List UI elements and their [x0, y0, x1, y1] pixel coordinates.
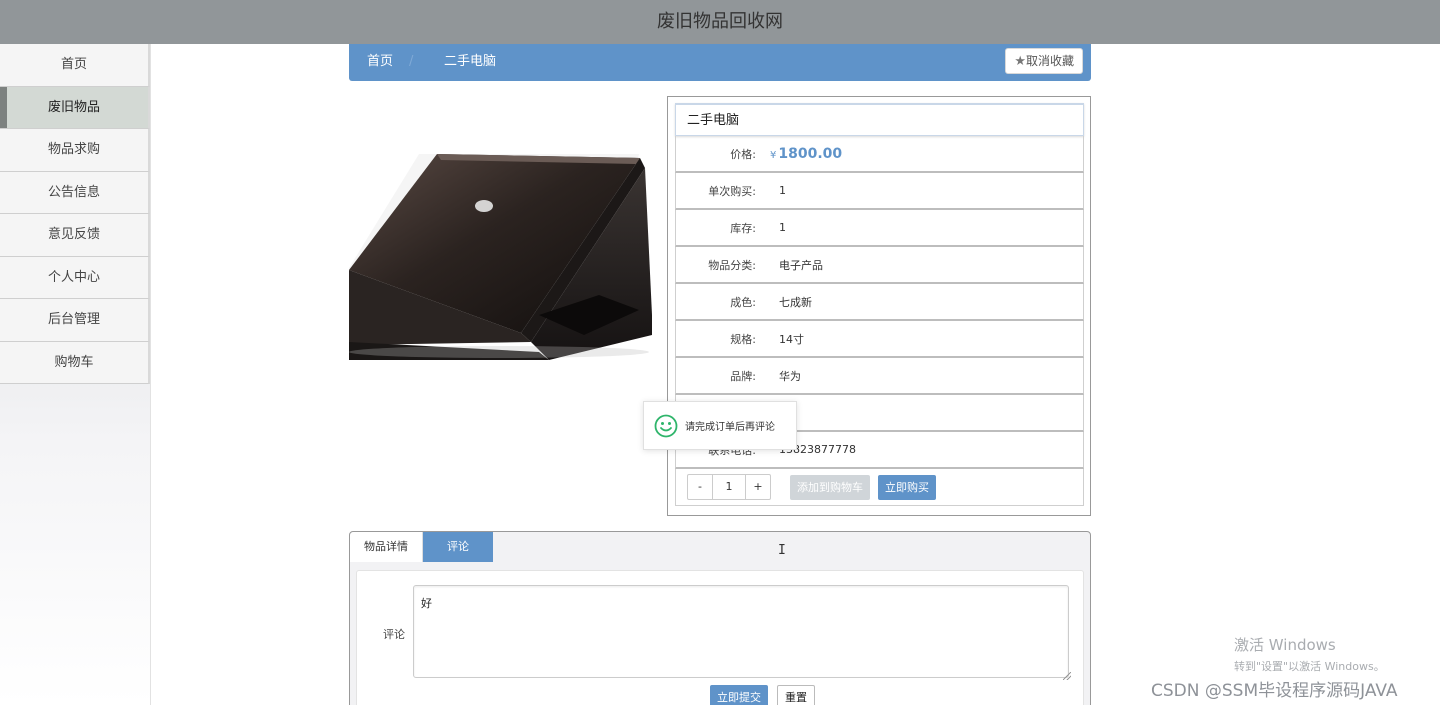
windows-activation-watermark: 激活 Windows 转到"设置"以激活 Windows。 [1234, 634, 1385, 674]
laptop-image [349, 120, 652, 365]
tab-product-details[interactable]: 物品详情 [350, 532, 423, 562]
comment-label: 评论 [383, 628, 405, 641]
price-row: 价格: ¥1800.00 [675, 136, 1084, 173]
price-label: 价格: [730, 147, 756, 161]
add-to-cart-button[interactable]: 添加到购物车 [790, 474, 870, 500]
sidebar-nav: 首页 废旧物品 物品求购 公告信息 意见反馈 个人中心 后台管理 购物车 [0, 44, 151, 705]
windows-watermark-line1: 激活 Windows [1234, 636, 1336, 654]
sidebar-item-cart[interactable]: 购物车 [0, 341, 150, 384]
field-label: 品牌: [730, 369, 756, 383]
comment-textarea[interactable]: 好 [413, 585, 1069, 678]
breadcrumb-separator: / [409, 54, 414, 69]
quantity-value[interactable]: 1 [712, 475, 746, 499]
breadcrumb-current: 二手电脑 [444, 54, 497, 69]
field-row: 规格: 14寸 [675, 321, 1084, 358]
quantity-increase-button[interactable]: + [746, 475, 770, 499]
field-value: 14寸 [779, 332, 804, 346]
price-value: ¥1800.00 [756, 146, 842, 162]
currency-symbol: ¥ [770, 149, 777, 161]
windows-watermark-line2: 转到"设置"以激活 Windows。 [1234, 660, 1385, 673]
unfavorite-label: 取消收藏 [1025, 54, 1074, 68]
unfavorite-button[interactable]: ★取消收藏 [1005, 48, 1083, 74]
text-cursor-icon: I [778, 543, 786, 558]
field-label: 成色: [730, 295, 756, 309]
buy-now-button[interactable]: 立即购买 [878, 474, 936, 500]
product-tabs: 物品详情 评论 评论 好 立即提交 重置 [349, 531, 1091, 705]
breadcrumb: 首页 / 二手电脑 ★取消收藏 [349, 44, 1091, 81]
sidebar-item-recycled-goods[interactable]: 废旧物品 [0, 86, 150, 129]
field-row: 单次购买: 1 [675, 173, 1084, 210]
site-header: 废旧物品回收网 [0, 0, 1440, 44]
field-label: 单次购买: [708, 184, 756, 198]
price-amount: 1800.00 [778, 145, 843, 162]
field-label: 物品分类: [708, 258, 756, 272]
sidebar-item-feedback[interactable]: 意见反馈 [0, 214, 150, 257]
field-value: 1 [779, 184, 786, 197]
quantity-decrease-button[interactable]: - [688, 475, 712, 499]
product-image [349, 120, 652, 365]
tab-comments[interactable]: 评论 [423, 532, 493, 562]
field-row: 品牌: 华为 [675, 358, 1084, 395]
csdn-watermark: CSDN @SSM毕设程序源码JAVA [1151, 681, 1398, 701]
sidebar-item-profile[interactable]: 个人中心 [0, 256, 150, 299]
site-title: 废旧物品回收网 [657, 11, 783, 32]
purchase-row: - 1 + 添加到购物车 立即购买 [675, 469, 1084, 506]
textarea-resize-handle[interactable] [1063, 672, 1071, 680]
breadcrumb-home-link[interactable]: 首页 [367, 44, 393, 80]
field-label: 规格: [730, 332, 756, 346]
field-value: 电子产品 [779, 258, 823, 272]
field-row: 库存: 1 [675, 210, 1084, 247]
sidebar-item-admin[interactable]: 后台管理 [0, 299, 150, 342]
field-label: 库存: [730, 221, 756, 235]
field-value: 华为 [779, 369, 801, 383]
product-info-panel: 二手电脑 价格: ¥1800.00 单次购买: 1 库存: 1 物品分类: 电子… [667, 96, 1091, 516]
toast-message: 请完成订单后再评论 [685, 422, 775, 433]
star-icon: ★ [1014, 54, 1026, 69]
field-value: 七成新 [779, 295, 812, 309]
field-value: 1 [779, 221, 786, 234]
quantity-stepper: - 1 + [687, 474, 771, 500]
comment-form: 评论 好 立即提交 重置 [356, 570, 1084, 705]
submit-comment-button[interactable]: 立即提交 [710, 685, 768, 705]
reset-button[interactable]: 重置 [777, 685, 815, 705]
sidebar-item-home[interactable]: 首页 [0, 44, 150, 87]
smile-icon [654, 414, 678, 437]
product-title: 二手电脑 [675, 103, 1084, 136]
field-row: 物品分类: 电子产品 [675, 247, 1084, 284]
field-row: 成色: 七成新 [675, 284, 1084, 321]
sidebar-item-announcements[interactable]: 公告信息 [0, 171, 150, 214]
toast-notification: 请完成订单后再评论 [643, 401, 797, 450]
sidebar-item-wanted[interactable]: 物品求购 [0, 129, 150, 172]
